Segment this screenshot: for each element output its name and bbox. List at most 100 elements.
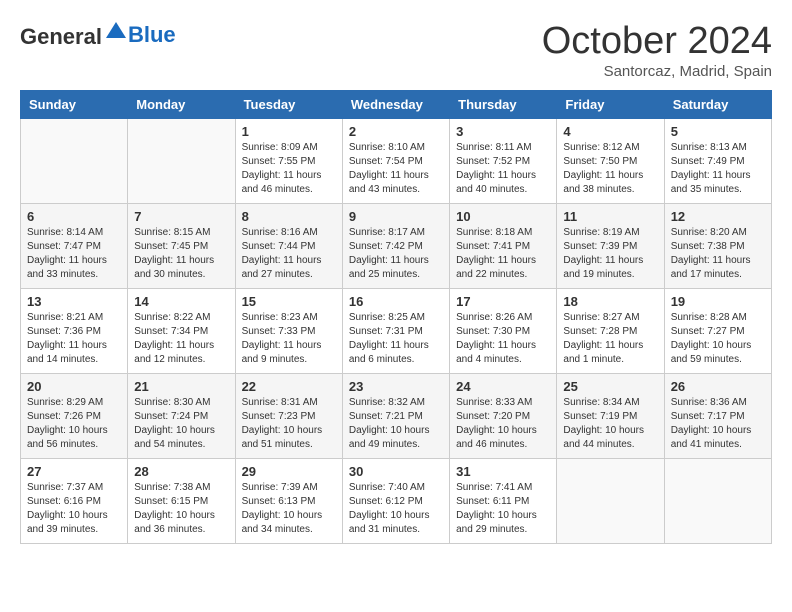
day-header-monday: Monday (128, 91, 235, 119)
calendar-cell: 23 Sunrise: 8:32 AM Sunset: 7:21 PM Dayli… (342, 374, 449, 459)
day-info: Sunrise: 8:30 AM Sunset: 7:24 PM Dayligh… (134, 396, 228, 452)
day-info: Sunrise: 8:34 AM Sunset: 7:19 PM Dayligh… (563, 396, 657, 452)
calendar-cell (128, 119, 235, 204)
calendar-cell: 4 Sunrise: 8:12 AM Sunset: 7:50 PM Daylig… (557, 119, 664, 204)
week-row-4: 27 Sunrise: 7:37 AM Sunset: 6:16 PM Dayli… (21, 459, 772, 544)
logo-blue: Blue (128, 22, 176, 47)
day-info: Sunrise: 8:25 AM Sunset: 7:31 PM Dayligh… (349, 311, 443, 367)
day-header-wednesday: Wednesday (342, 91, 449, 119)
calendar-cell: 9Sunrise: 8:17 AM Sunset: 7:42 PM Daylig… (342, 204, 449, 289)
calendar-table: SundayMondayTuesdayWednesdayThursdayFrid… (20, 90, 772, 544)
day-info: Sunrise: 8:10 AM Sunset: 7:54 PM Dayligh… (349, 141, 443, 197)
title-block: October 2024 Santorcaz, Madrid, Spain (542, 20, 772, 80)
calendar-cell: 25 Sunrise: 8:34 AM Sunset: 7:19 PM Dayli… (557, 374, 664, 459)
day-info: Sunrise: 8:09 AM Sunset: 7:55 PM Dayligh… (242, 141, 336, 197)
calendar-cell: 31 Sunrise: 7:41 AM Sunset: 6:11 PM Dayli… (450, 459, 557, 544)
day-number: 27 (27, 464, 121, 479)
day-info: Sunrise: 8:20 AM Sunset: 7:38 PM Dayligh… (671, 226, 765, 282)
week-row-3: 20Sunrise: 8:29 AM Sunset: 7:26 PM Dayli… (21, 374, 772, 459)
day-number: 11 (563, 209, 657, 224)
calendar-cell: 13 Sunrise: 8:21 AM Sunset: 7:36 PM Dayli… (21, 289, 128, 374)
day-number: 3 (456, 124, 550, 139)
day-header-tuesday: Tuesday (235, 91, 342, 119)
day-number: 5 (671, 124, 765, 139)
day-header-saturday: Saturday (664, 91, 771, 119)
logo: General Blue (20, 20, 176, 50)
day-info: Sunrise: 8:16 AM Sunset: 7:44 PM Dayligh… (242, 226, 336, 282)
calendar-cell: 28Sunrise: 7:38 AM Sunset: 6:15 PM Dayli… (128, 459, 235, 544)
calendar-header-row: SundayMondayTuesdayWednesdayThursdayFrid… (21, 91, 772, 119)
page-header: General Blue October 2024 Santorcaz, Mad… (20, 20, 772, 80)
calendar-cell: 15 Sunrise: 8:23 AM Sunset: 7:33 PM Dayli… (235, 289, 342, 374)
day-number: 26 (671, 379, 765, 394)
week-row-1: 6 Sunrise: 8:14 AM Sunset: 7:47 PM Daylig… (21, 204, 772, 289)
day-info: Sunrise: 8:18 AM Sunset: 7:41 PM Dayligh… (456, 226, 550, 282)
day-number: 2 (349, 124, 443, 139)
day-info: Sunrise: 8:26 AM Sunset: 7:30 PM Dayligh… (456, 311, 550, 367)
week-row-0: 1 Sunrise: 8:09 AM Sunset: 7:55 PM Daylig… (21, 119, 772, 204)
day-info: Sunrise: 8:14 AM Sunset: 7:47 PM Dayligh… (27, 226, 121, 282)
day-number: 24 (456, 379, 550, 394)
day-info: Sunrise: 7:40 AM Sunset: 6:12 PM Dayligh… (349, 481, 443, 537)
day-info: Sunrise: 7:37 AM Sunset: 6:16 PM Dayligh… (27, 481, 121, 537)
calendar-cell: 17 Sunrise: 8:26 AM Sunset: 7:30 PM Dayli… (450, 289, 557, 374)
calendar-cell: 2 Sunrise: 8:10 AM Sunset: 7:54 PM Daylig… (342, 119, 449, 204)
day-header-sunday: Sunday (21, 91, 128, 119)
calendar-cell: 16 Sunrise: 8:25 AM Sunset: 7:31 PM Dayli… (342, 289, 449, 374)
day-info: Sunrise: 8:13 AM Sunset: 7:49 PM Dayligh… (671, 141, 765, 197)
calendar-cell: 1 Sunrise: 8:09 AM Sunset: 7:55 PM Daylig… (235, 119, 342, 204)
calendar-cell (557, 459, 664, 544)
calendar-cell (664, 459, 771, 544)
calendar-cell: 14Sunrise: 8:22 AM Sunset: 7:34 PM Dayli… (128, 289, 235, 374)
day-info: Sunrise: 8:36 AM Sunset: 7:17 PM Dayligh… (671, 396, 765, 452)
day-info: Sunrise: 8:23 AM Sunset: 7:33 PM Dayligh… (242, 311, 336, 367)
calendar-cell: 27 Sunrise: 7:37 AM Sunset: 6:16 PM Dayli… (21, 459, 128, 544)
day-number: 9 (349, 209, 443, 224)
day-info: Sunrise: 8:21 AM Sunset: 7:36 PM Dayligh… (27, 311, 121, 367)
calendar-cell: 29Sunrise: 7:39 AM Sunset: 6:13 PM Dayli… (235, 459, 342, 544)
day-number: 4 (563, 124, 657, 139)
day-number: 23 (349, 379, 443, 394)
calendar-cell: 3Sunrise: 8:11 AM Sunset: 7:52 PM Daylig… (450, 119, 557, 204)
calendar-cell: 11 Sunrise: 8:19 AM Sunset: 7:39 PM Dayli… (557, 204, 664, 289)
day-number: 8 (242, 209, 336, 224)
day-number: 10 (456, 209, 550, 224)
day-info: Sunrise: 8:32 AM Sunset: 7:21 PM Dayligh… (349, 396, 443, 452)
day-header-friday: Friday (557, 91, 664, 119)
calendar-subtitle: Santorcaz, Madrid, Spain (542, 63, 772, 80)
calendar-cell: 22 Sunrise: 8:31 AM Sunset: 7:23 PM Dayli… (235, 374, 342, 459)
day-info: Sunrise: 8:28 AM Sunset: 7:27 PM Dayligh… (671, 311, 765, 367)
day-number: 18 (563, 294, 657, 309)
day-info: Sunrise: 8:15 AM Sunset: 7:45 PM Dayligh… (134, 226, 228, 282)
calendar-cell: 7 Sunrise: 8:15 AM Sunset: 7:45 PM Daylig… (128, 204, 235, 289)
day-number: 31 (456, 464, 550, 479)
day-info: Sunrise: 8:19 AM Sunset: 7:39 PM Dayligh… (563, 226, 657, 282)
day-info: Sunrise: 8:12 AM Sunset: 7:50 PM Dayligh… (563, 141, 657, 197)
day-info: Sunrise: 7:41 AM Sunset: 6:11 PM Dayligh… (456, 481, 550, 537)
day-number: 6 (27, 209, 121, 224)
day-header-thursday: Thursday (450, 91, 557, 119)
day-number: 15 (242, 294, 336, 309)
day-number: 25 (563, 379, 657, 394)
day-number: 17 (456, 294, 550, 309)
calendar-cell (21, 119, 128, 204)
day-number: 16 (349, 294, 443, 309)
calendar-cell: 8 Sunrise: 8:16 AM Sunset: 7:44 PM Daylig… (235, 204, 342, 289)
day-number: 30 (349, 464, 443, 479)
day-number: 12 (671, 209, 765, 224)
day-number: 7 (134, 209, 228, 224)
calendar-cell: 10 Sunrise: 8:18 AM Sunset: 7:41 PM Dayli… (450, 204, 557, 289)
day-number: 21 (134, 379, 228, 394)
day-info: Sunrise: 8:31 AM Sunset: 7:23 PM Dayligh… (242, 396, 336, 452)
calendar-cell: 20Sunrise: 8:29 AM Sunset: 7:26 PM Dayli… (21, 374, 128, 459)
week-row-2: 13 Sunrise: 8:21 AM Sunset: 7:36 PM Dayli… (21, 289, 772, 374)
logo-icon (104, 20, 128, 44)
calendar-cell: 6 Sunrise: 8:14 AM Sunset: 7:47 PM Daylig… (21, 204, 128, 289)
day-info: Sunrise: 8:27 AM Sunset: 7:28 PM Dayligh… (563, 311, 657, 367)
day-number: 22 (242, 379, 336, 394)
day-number: 13 (27, 294, 121, 309)
day-info: Sunrise: 7:38 AM Sunset: 6:15 PM Dayligh… (134, 481, 228, 537)
calendar-body: 1 Sunrise: 8:09 AM Sunset: 7:55 PM Daylig… (21, 119, 772, 544)
day-number: 20 (27, 379, 121, 394)
day-number: 1 (242, 124, 336, 139)
